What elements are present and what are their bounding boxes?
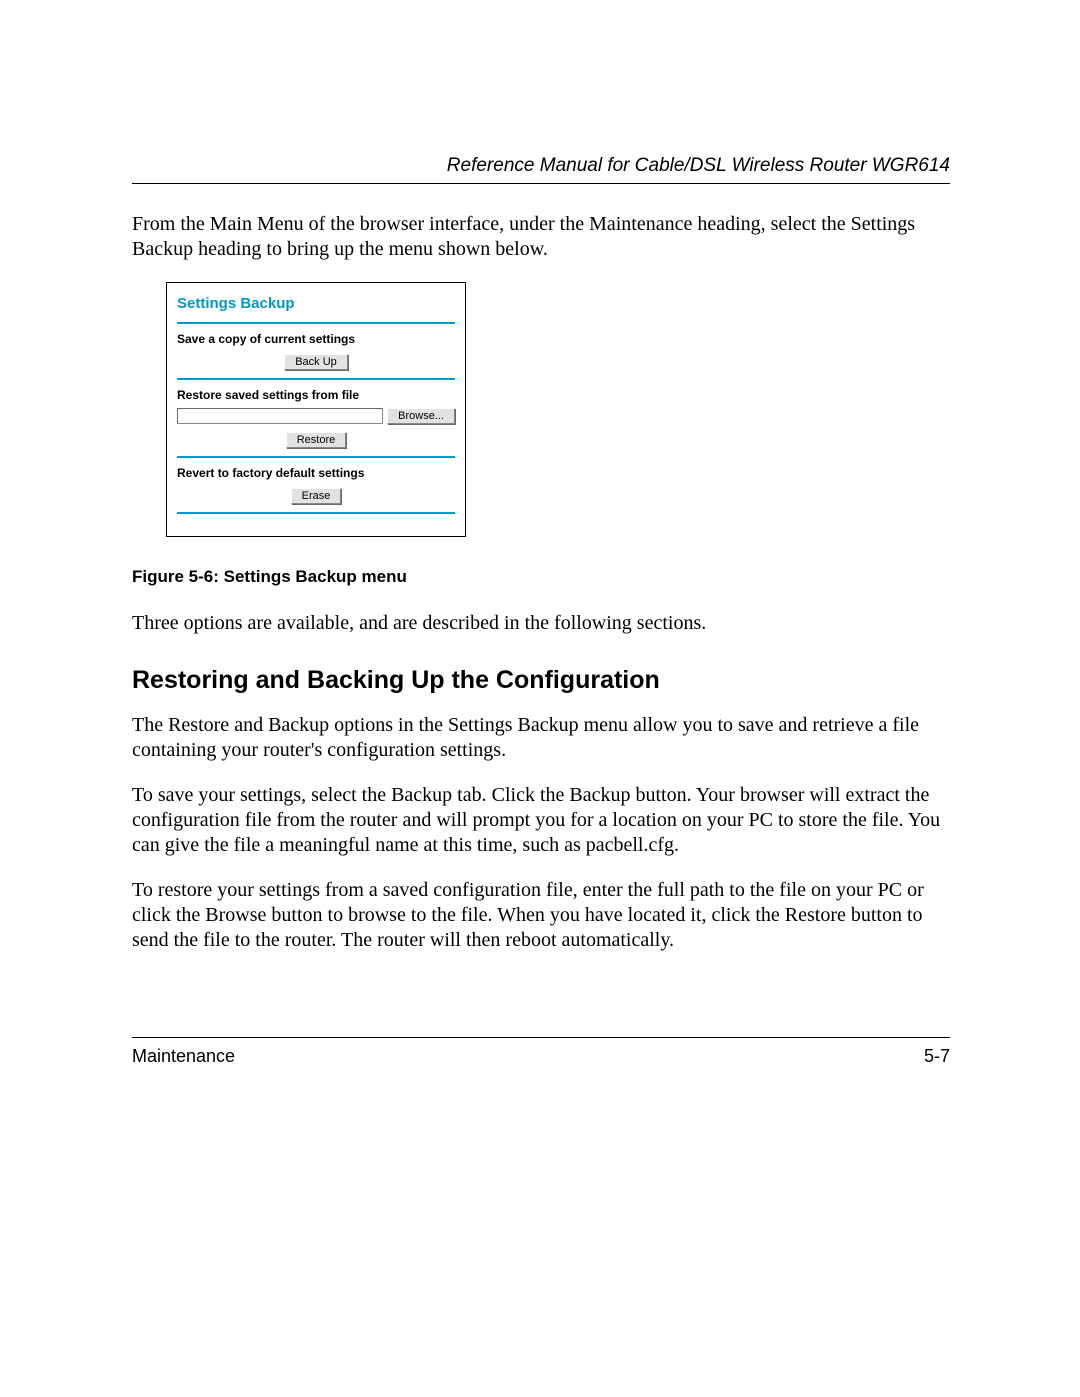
options-paragraph: Three options are available, and are des…: [132, 611, 950, 636]
screenshot-title: Settings Backup: [177, 295, 455, 312]
figure-caption: Figure 5-6: Settings Backup menu: [132, 567, 950, 587]
page: Reference Manual for Cable/DSL Wireless …: [0, 0, 1080, 1397]
revert-label: Revert to factory default settings: [177, 466, 455, 480]
header-rule: [132, 183, 950, 184]
restore-label: Restore saved settings from file: [177, 388, 455, 402]
restore-file-input[interactable]: [177, 408, 383, 424]
footer-section: Maintenance: [132, 1046, 235, 1067]
backup-button[interactable]: Back Up: [284, 354, 348, 370]
browse-button[interactable]: Browse...: [387, 408, 455, 424]
footer-page-number: 5-7: [924, 1046, 950, 1067]
erase-button[interactable]: Erase: [291, 488, 342, 504]
restore-button[interactable]: Restore: [286, 432, 347, 448]
section-heading: Restoring and Backing Up the Configurati…: [132, 666, 950, 695]
screenshot-rule: [177, 456, 455, 458]
manual-title: Reference Manual for Cable/DSL Wireless …: [132, 155, 950, 177]
intro-paragraph: From the Main Menu of the browser interf…: [132, 212, 950, 262]
figure-wrap: Settings Backup Save a copy of current s…: [166, 282, 950, 537]
screenshot-rule: [177, 378, 455, 380]
save-copy-label: Save a copy of current settings: [177, 332, 455, 346]
page-footer: Maintenance 5-7: [132, 1037, 950, 1067]
restore-settings-paragraph: To restore your settings from a saved co…: [132, 878, 950, 953]
save-settings-paragraph: To save your settings, select the Backup…: [132, 783, 950, 858]
restore-backup-paragraph: The Restore and Backup options in the Se…: [132, 713, 950, 763]
footer-rule: [132, 1037, 950, 1038]
settings-backup-screenshot: Settings Backup Save a copy of current s…: [166, 282, 466, 537]
screenshot-rule: [177, 512, 455, 514]
screenshot-rule: [177, 322, 455, 324]
